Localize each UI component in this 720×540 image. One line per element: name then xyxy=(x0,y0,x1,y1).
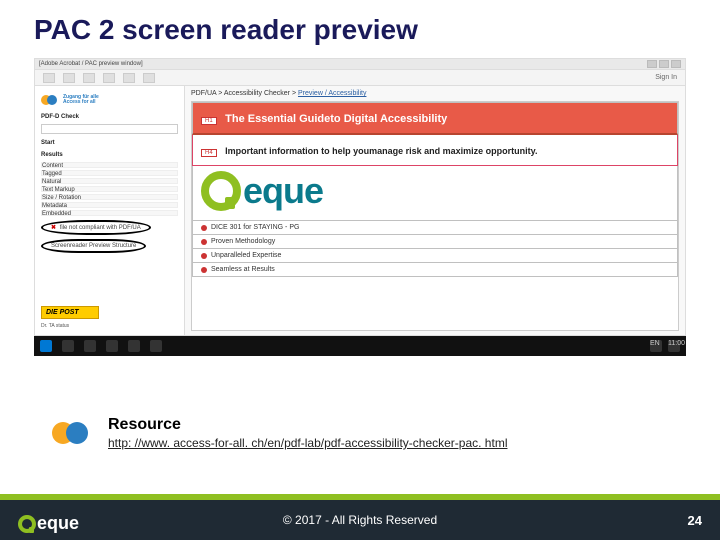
file-input xyxy=(41,124,178,134)
h1-tag: H1 xyxy=(201,117,217,125)
slide-footer: eque © 2017 - All Rights Reserved 24 xyxy=(0,494,720,540)
deque-footer-logo: eque xyxy=(18,513,79,534)
explain-2: status xyxy=(56,323,69,329)
min-icon xyxy=(647,60,657,68)
task-icon xyxy=(106,340,118,352)
h4-tag: H4 xyxy=(201,149,217,157)
list-item: DICE 301 for STAYING - PG xyxy=(192,221,678,235)
close-icon xyxy=(671,60,681,68)
org-line2: Access for all xyxy=(63,100,99,106)
task-icon xyxy=(84,340,96,352)
list-item: Metadata xyxy=(41,202,178,208)
pac-left-panel: Zugang für alle Access for all PDF-D Che… xyxy=(35,86,185,335)
results-list: Content Tagged Natural Text Markup Size … xyxy=(41,162,178,216)
tool-icon xyxy=(143,73,155,83)
circled-preview-row: Screenreader Preview Structure xyxy=(41,239,146,253)
swirl-icon xyxy=(41,92,59,108)
tray-lang: EN xyxy=(650,340,662,352)
h1-banner: H1 The Essential Guideto Digital Accessi… xyxy=(192,102,678,135)
h4-text: Important information to help youmanage … xyxy=(225,146,537,156)
list-item: Size / Rotation xyxy=(41,194,178,200)
bullet-icon xyxy=(201,239,207,245)
window-title-text: [Adobe Acrobat / PAC preview window] xyxy=(39,61,143,67)
list-item: Embedded xyxy=(41,210,178,216)
row-text: Proven Methodology xyxy=(211,238,275,245)
start-label: Start xyxy=(41,140,178,146)
tool-icon xyxy=(123,73,135,83)
bullet-icon xyxy=(201,253,207,259)
document-preview-pane: PDF/UA > Accessibility Checker > Preview… xyxy=(185,86,685,335)
bullet-icon xyxy=(201,225,207,231)
row-text: DICE 301 for STAYING - PG xyxy=(211,224,299,231)
app-toolbar: Sign In xyxy=(34,70,686,86)
explain-1: Dr. TA xyxy=(41,323,54,329)
resource-link[interactable]: http: //www. access-for-all. ch/en/pdf-l… xyxy=(108,436,507,450)
list-item: Text Markup xyxy=(41,186,178,192)
task-icon xyxy=(62,340,74,352)
page-number: 24 xyxy=(688,513,702,528)
signin-label: Sign In xyxy=(655,74,677,81)
copyright-text: © 2017 - All Rights Reserved xyxy=(283,513,437,527)
tool-icon xyxy=(103,73,115,83)
circled-fail-row: ✖ file not compliant with PDF/UA xyxy=(41,220,151,235)
row-text: Unparalleled Expertise xyxy=(211,252,281,259)
deque-ring-icon xyxy=(18,515,36,533)
deque-footer-text: eque xyxy=(37,513,79,534)
access-for-all-logo: Zugang für alle Access for all xyxy=(41,92,178,108)
pdf-check-label: PDF-D Check xyxy=(41,114,178,120)
max-icon xyxy=(659,60,669,68)
tray-time: 11:00 xyxy=(668,340,680,352)
fail-text: file not compliant with PDF/UA xyxy=(60,225,141,231)
resource-icon xyxy=(52,414,94,452)
row-text: Seamless at Results xyxy=(211,266,275,273)
slide-title: PAC 2 screen reader preview xyxy=(0,0,720,46)
results-label: Results xyxy=(41,152,178,158)
tool-icon xyxy=(63,73,75,83)
diepost-badge: DIE POST xyxy=(41,306,99,319)
preview-header: PDF/UA > Accessibility Checker > Preview… xyxy=(191,90,679,97)
h4-banner: H4 Important information to help youmana… xyxy=(192,135,678,166)
deque-logo-text: eque xyxy=(243,170,323,212)
fail-x-icon: ✖ xyxy=(51,225,56,231)
preview-row-text: Screenreader Preview Structure xyxy=(51,243,136,249)
list-item: Seamless at Results xyxy=(192,263,678,277)
pac-screenshot: [Adobe Acrobat / PAC preview window] Sig… xyxy=(34,58,686,376)
h1-text: The Essential Guideto Digital Accessibil… xyxy=(225,113,447,125)
tool-icon xyxy=(43,73,55,83)
resource-heading: Resource xyxy=(108,416,507,434)
deque-logo-large: eque xyxy=(201,170,323,212)
preview-header-link: Preview / Accessibility xyxy=(298,90,366,97)
bullet-icon xyxy=(201,267,207,273)
deque-brand-row: eque xyxy=(192,166,678,221)
start-icon xyxy=(40,340,52,352)
list-item: Content xyxy=(41,162,178,168)
list-item: Natural xyxy=(41,178,178,184)
windows-taskbar: EN 11:00 xyxy=(34,336,686,356)
task-icon xyxy=(150,340,162,352)
deque-ring-icon xyxy=(201,171,241,211)
task-icon xyxy=(128,340,140,352)
list-item: Tagged xyxy=(41,170,178,176)
list-item: Unparalleled Expertise xyxy=(192,249,678,263)
tool-icon xyxy=(83,73,95,83)
list-item: Proven Methodology xyxy=(192,235,678,249)
window-titlebar: [Adobe Acrobat / PAC preview window] xyxy=(34,58,686,70)
preview-header-prefix: PDF/UA > Accessibility Checker > xyxy=(191,90,298,97)
